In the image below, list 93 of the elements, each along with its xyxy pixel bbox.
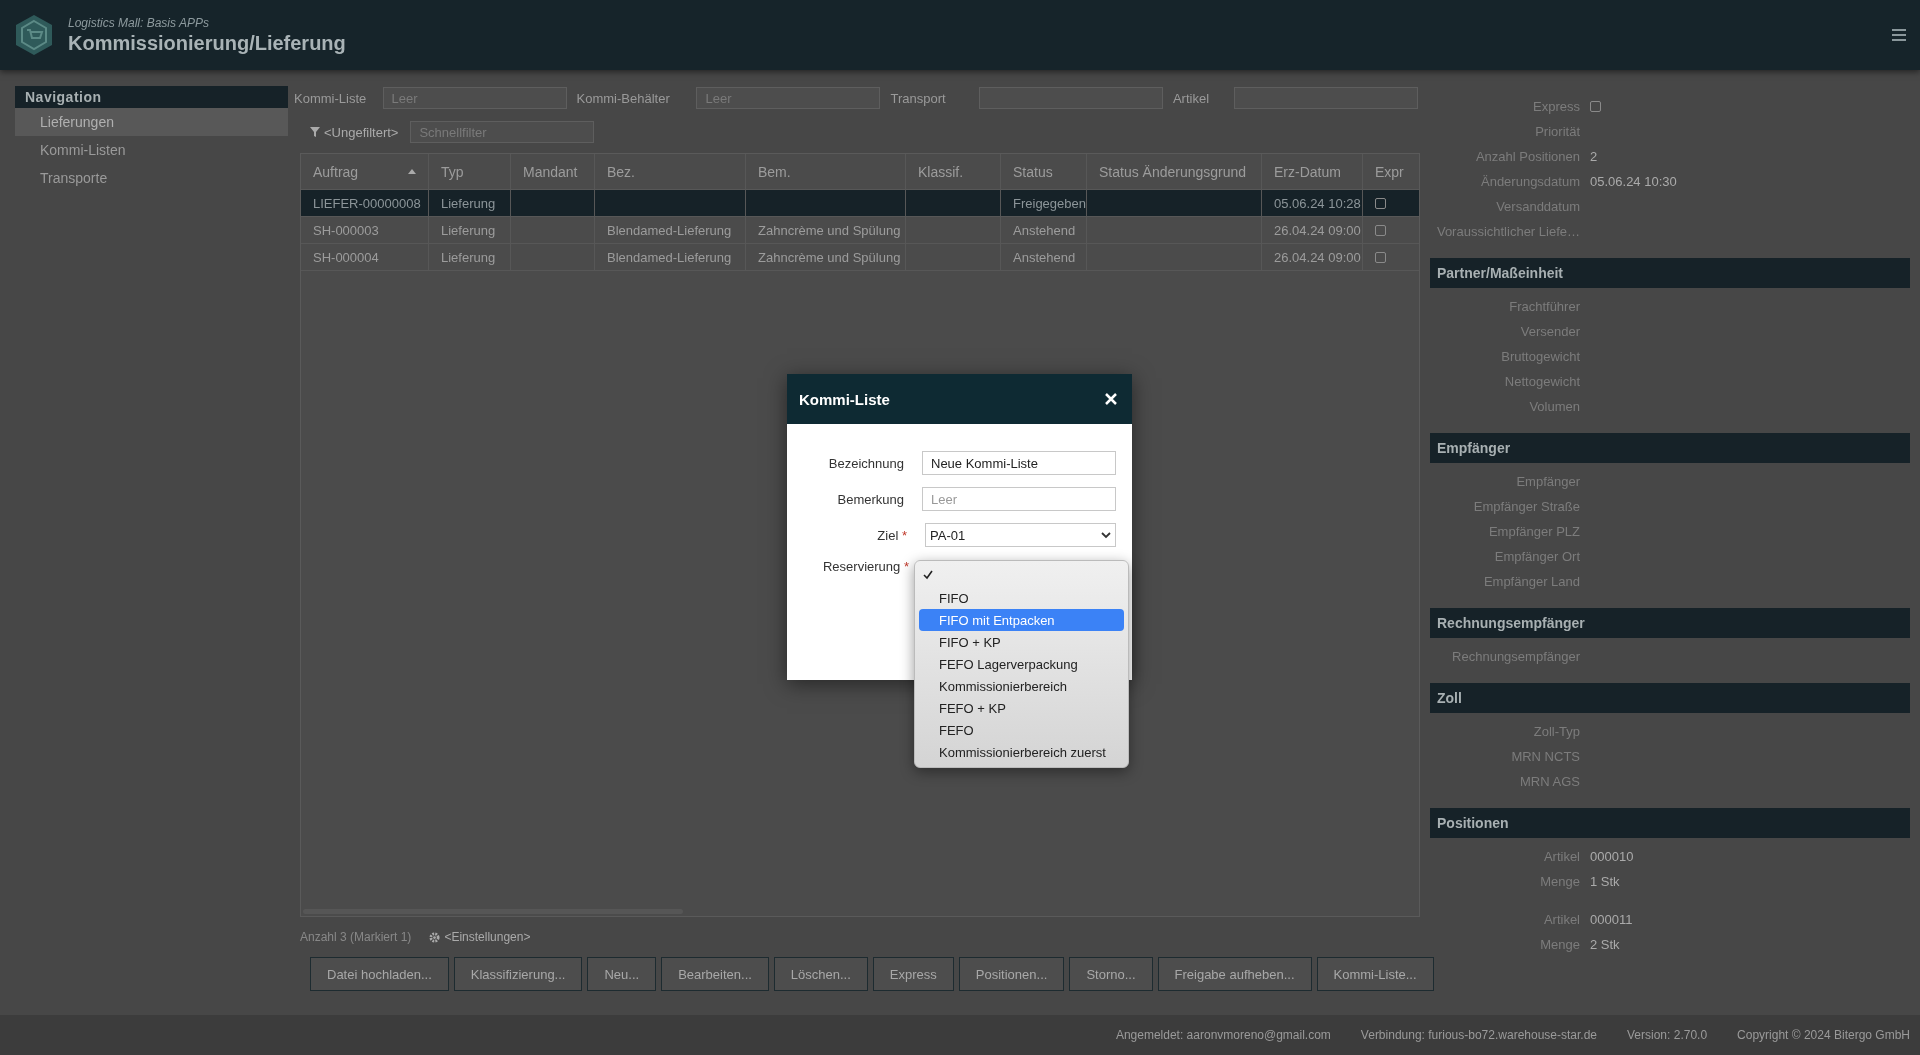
column-header[interactable]: Typ [429, 154, 511, 189]
text-field[interactable]: Neue Kommi-Liste [922, 451, 1116, 475]
action-button[interactable]: Klassifizierung... [453, 957, 583, 991]
form-label: Reservierung * [822, 559, 909, 574]
table-cell: SH-000004 [313, 249, 379, 265]
app-subtitle: Logistics Mall: Basis APPs [68, 15, 210, 30]
section-header: Positionen [1430, 808, 1910, 838]
table-cell: Freigegeben [1013, 195, 1086, 211]
dropdown-option[interactable]: FEFO + KP [919, 697, 1124, 719]
form-label: Ziel * [876, 527, 907, 543]
table-cell: Zahncrème und Spülung [758, 249, 901, 265]
column-header[interactable]: Bem. [746, 154, 906, 189]
text-field[interactable]: Leer [922, 487, 1116, 511]
dropdown-option[interactable]: FIFO + KP [919, 631, 1124, 653]
filter-label: Artikel [1172, 90, 1211, 106]
dropdown-option[interactable]: FEFO [919, 719, 1124, 741]
table-cell: 26.04.24 09:00 [1274, 222, 1361, 238]
column-header[interactable]: Erz-Datum [1262, 154, 1363, 189]
action-button[interactable]: Datei hochladen... [310, 957, 449, 991]
page-title: Kommissionierung/Lieferung [68, 31, 347, 55]
chevron-down-icon [1101, 531, 1111, 539]
sort-up-icon [408, 169, 416, 174]
dropdown-option[interactable]: FIFO mit Entpacken [919, 609, 1124, 631]
select-field[interactable]: PA-01 [925, 523, 1116, 547]
table-cell: 05.06.24 10:28 [1274, 195, 1361, 211]
field-value: 000011 [1590, 912, 1633, 927]
filter-button[interactable]: <Ungefiltert> [310, 124, 399, 140]
dialog-title: Kommi-Liste [799, 390, 890, 408]
action-button[interactable]: Neu... [587, 957, 657, 991]
table-cell: Anstehend [1013, 222, 1076, 238]
table-cell: Anstehend [1013, 249, 1076, 265]
form-label: Bezeichnung [827, 455, 904, 471]
status-text: Angemeldet: aaronvmoreno@gmail.com [1115, 1028, 1331, 1042]
action-button[interactable]: Positionen... [958, 957, 1065, 991]
action-button[interactable]: Löschen... [773, 957, 868, 991]
express-checkbox[interactable] [1590, 101, 1601, 112]
field-value: 000010 [1590, 849, 1634, 864]
column-header[interactable]: Klassif. [906, 154, 1001, 189]
column-header[interactable]: Status [1001, 154, 1087, 189]
status-text: Copyright © 2024 Bitergo GmbH [1737, 1028, 1910, 1042]
action-button[interactable]: Freigabe aufheben... [1157, 957, 1312, 991]
table-cell: LIEFER-00000008 [313, 195, 421, 211]
funnel-icon [310, 127, 320, 137]
dropdown-option[interactable]: FIFO [919, 587, 1124, 609]
nav-item[interactable]: Lieferungen [15, 108, 288, 136]
field-value: 05.06.24 10:30 [1590, 174, 1677, 189]
status-text: Version: 2.70.0 [1627, 1028, 1708, 1042]
express-checkbox[interactable] [1375, 197, 1386, 209]
section-header: Empfänger [1430, 433, 1910, 463]
gear-icon [429, 931, 441, 943]
table-cell: SH-000003 [313, 222, 379, 238]
section-header: Partner/Maßeinheit [1430, 258, 1910, 288]
action-button[interactable]: Bearbeiten... [661, 957, 769, 991]
table-cell: Zahncrème und Spülung [758, 222, 901, 238]
dropdown-option[interactable]: Kommissionierbereich [919, 675, 1124, 697]
table-cell: Blendamed-Lieferung [607, 222, 732, 238]
dropdown-option[interactable]: FEFO Lagerverpackung [919, 653, 1124, 675]
filter-label: Transport [890, 90, 947, 106]
hexagon-logo-icon [14, 13, 54, 57]
column-header[interactable]: Mandant [511, 154, 595, 189]
nav-item[interactable]: Kommi-Listen [15, 136, 288, 164]
settings-button[interactable]: <Einstellungen> [429, 930, 531, 944]
dropdown-option[interactable]: Kommissionierbereich zuerst [919, 741, 1124, 763]
express-checkbox[interactable] [1375, 251, 1386, 263]
action-button[interactable]: Express [872, 957, 954, 991]
column-header[interactable]: Status Änderungsgrund [1087, 154, 1262, 189]
form-label: Bemerkung [836, 491, 904, 507]
table-row[interactable]: SH-000004 Lieferung Blendamed-Lieferung Zahncrème und Spülung Anstehend 26.04.24 09:00 [301, 244, 1419, 271]
table-cell: Lieferung [441, 195, 496, 211]
navigation-header: Navigation [15, 86, 288, 108]
section-header: Zoll [1430, 683, 1910, 713]
table-row[interactable]: SH-000003 Lieferung Blendamed-Lieferung Zahncrème und Spülung Anstehend 26.04.24 09:00 [301, 217, 1419, 244]
table-cell: 26.04.24 09:00 [1274, 249, 1361, 265]
action-button[interactable]: Storno... [1069, 957, 1153, 991]
filter-label: Kommi-Behälter [576, 90, 671, 106]
field-value: 1 Stk [1590, 874, 1620, 889]
menu-icon[interactable] [1892, 29, 1906, 41]
field-value: 2 [1590, 149, 1598, 164]
action-button[interactable]: Kommi-Liste... [1316, 957, 1434, 991]
table-row[interactable]: LIEFER-00000008 Lieferung Freigegeben 05.06.24 10:28 [301, 190, 1419, 217]
status-text: Verbindung: furious-bo72.warehouse-star.de [1360, 1028, 1597, 1042]
section-header: Rechnungsempfänger [1430, 608, 1910, 638]
field-value: 2 Stk [1590, 937, 1620, 952]
table-cell: Blendamed-Lieferung [607, 249, 732, 265]
column-header[interactable]: Auftrag [301, 154, 429, 189]
filter-label: Kommi-Liste [294, 90, 368, 106]
nav-item[interactable]: Transporte [15, 164, 288, 192]
record-count: Anzahl 3 (Markiert 1) [300, 930, 412, 944]
table-cell: Lieferung [441, 222, 496, 238]
table-cell: Lieferung [441, 249, 496, 265]
express-checkbox[interactable] [1375, 224, 1386, 236]
column-header[interactable]: Bez. [595, 154, 746, 189]
column-header[interactable]: Expr [1363, 154, 1419, 189]
